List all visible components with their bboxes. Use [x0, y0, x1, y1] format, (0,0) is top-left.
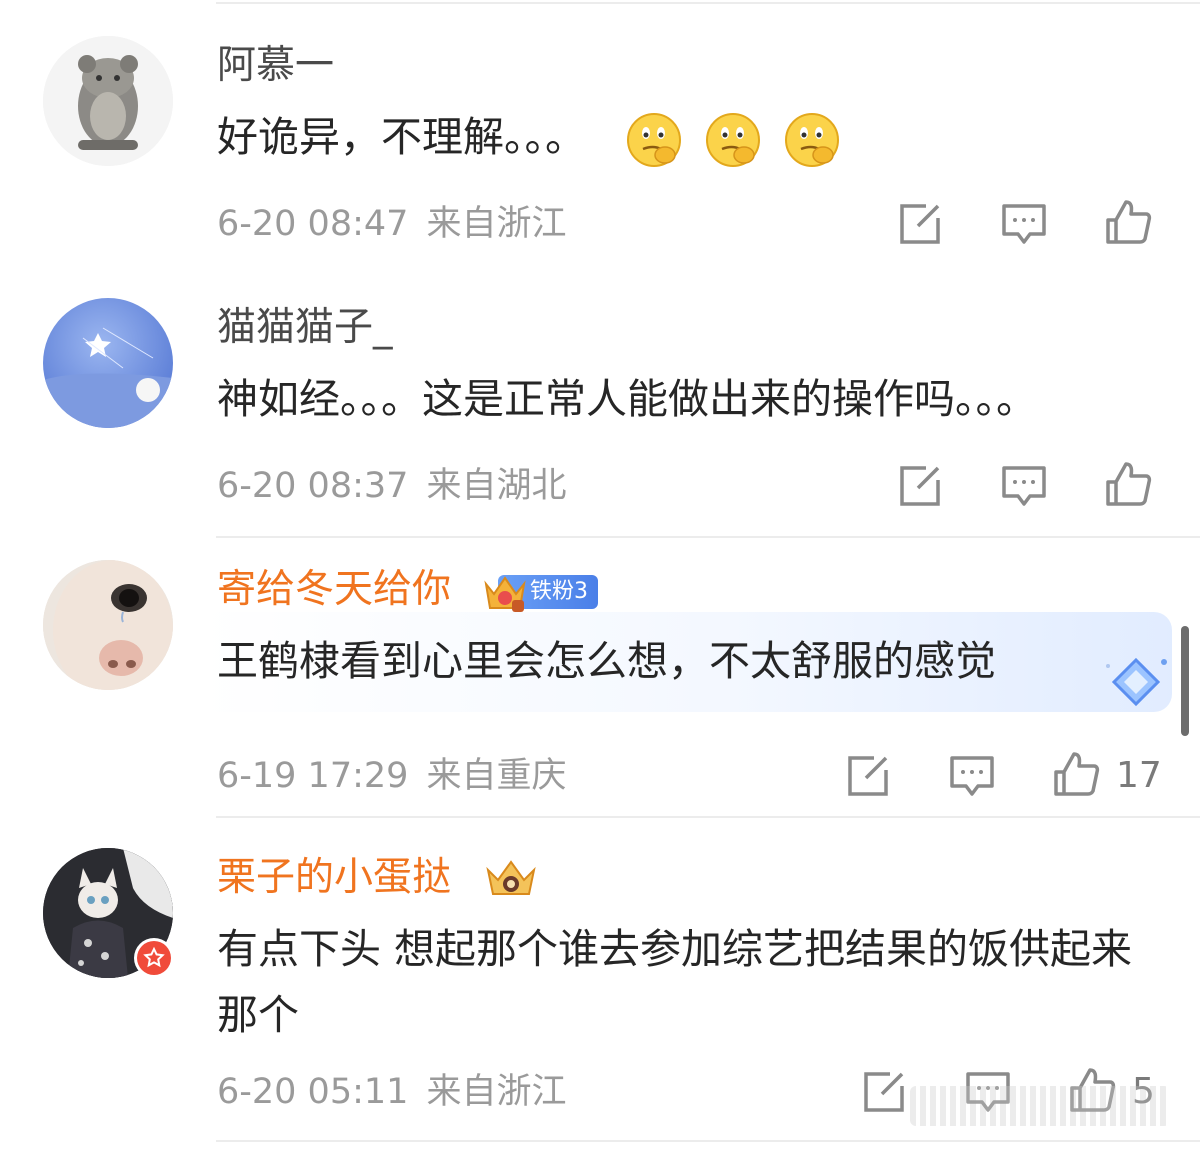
comment-location: 来自浙江 — [426, 1072, 567, 1112]
comment-date: 6-20 05:11 — [217, 1072, 409, 1112]
username[interactable]: 猫猫猫子_ — [217, 304, 393, 352]
comment-location: 来自湖北 — [426, 466, 567, 506]
comment-location: 来自浙江 — [426, 204, 567, 244]
comment-icon[interactable] — [1000, 200, 1048, 248]
divider — [216, 2, 1200, 4]
comment-text: 好诡异，不理解。。。 — [217, 104, 1160, 170]
comment-date: 6-20 08:47 — [217, 204, 409, 244]
username[interactable]: 栗子的小蛋挞 — [217, 854, 451, 902]
divider — [216, 816, 1200, 818]
like-count: 17 — [1116, 755, 1162, 796]
comment-date: 6-20 08:37 — [217, 466, 409, 506]
thumbs-up-icon[interactable] — [1104, 198, 1152, 246]
thinking-face-icon — [625, 111, 683, 169]
comment-text: 王鹤棣看到心里会怎么想，不太舒服的感觉 — [217, 628, 1160, 694]
comment-body: 有点下头 想起那个谁去参加综艺把结果的饭供起来 那个 — [217, 925, 1133, 1039]
edit-share-icon[interactable] — [844, 752, 892, 800]
comment-body: 好诡异，不理解。。。 — [217, 113, 586, 161]
comment-icon[interactable] — [948, 752, 996, 800]
thumbs-up-icon[interactable] — [1104, 460, 1152, 508]
comment-icon[interactable] — [1000, 462, 1048, 510]
divider — [216, 536, 1200, 538]
comment-meta: 6-20 08:37 来自湖北 — [217, 464, 566, 508]
username[interactable]: 阿慕一 — [217, 42, 334, 90]
fan-badge-group: 铁粉3 — [482, 570, 598, 614]
comment-body: 神如经。。。这是正常人能做出来的操作吗。。。 — [217, 375, 1037, 423]
crown-icon — [482, 570, 528, 614]
username[interactable]: 寄给冬天给你 — [217, 566, 451, 614]
watermark — [910, 1086, 1170, 1126]
crown-icon — [484, 856, 538, 900]
diamond-decoration-icon — [1100, 652, 1170, 712]
edit-share-icon[interactable] — [896, 200, 944, 248]
thinking-face-icon — [783, 111, 841, 169]
verified-badge-ring — [134, 938, 174, 978]
edit-share-icon[interactable] — [860, 1068, 908, 1116]
avatar[interactable] — [43, 36, 173, 166]
scrollbar[interactable] — [1181, 626, 1189, 736]
star-icon — [137, 941, 171, 975]
avatar[interactable] — [43, 560, 173, 690]
thumbs-up-icon[interactable] — [1052, 750, 1100, 798]
comment-meta: 6-19 17:29 来自重庆 — [217, 754, 566, 798]
comment-date: 6-19 17:29 — [217, 756, 409, 796]
thinking-face-icon — [704, 111, 762, 169]
divider — [216, 1140, 1200, 1142]
avatar[interactable] — [43, 298, 173, 428]
comment-list: 阿慕一 好诡异，不理解。。。 6-20 08:47 来自浙江 猫猫猫子_ 神如经… — [0, 0, 1200, 1152]
comment-location: 来自重庆 — [426, 756, 567, 796]
comment-text: 有点下头 想起那个谁去参加综艺把结果的饭供起来 那个 — [217, 916, 1160, 1048]
comment-text: 神如经。。。这是正常人能做出来的操作吗。。。 — [217, 366, 1160, 432]
comment-meta: 6-20 05:11 来自浙江 — [217, 1070, 566, 1114]
comment-body: 王鹤棣看到心里会怎么想，不太舒服的感觉 — [217, 637, 996, 685]
edit-share-icon[interactable] — [896, 462, 944, 510]
comment-meta: 6-20 08:47 来自浙江 — [217, 202, 566, 246]
